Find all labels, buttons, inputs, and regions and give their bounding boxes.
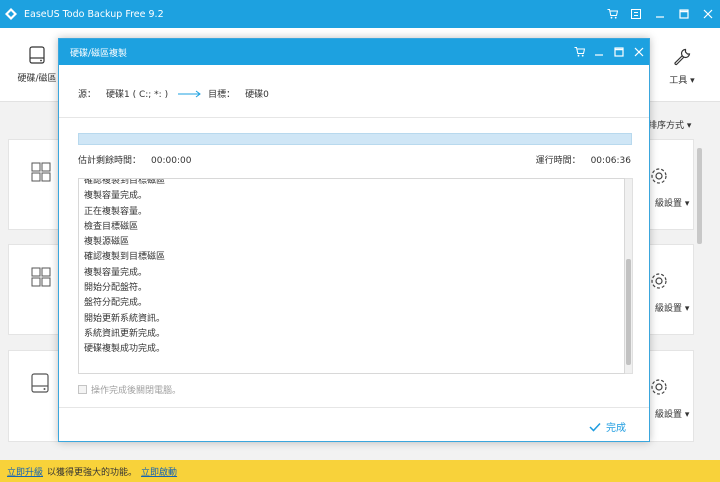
log-scrollbar-thumb[interactable] [626, 259, 631, 365]
disk-partition-label: 硬碟/磁區 [17, 74, 57, 84]
close-icon[interactable] [696, 0, 720, 28]
gear-icon[interactable] [649, 166, 669, 186]
elapsed-time: 運行時間： 00:06:36 [536, 153, 631, 166]
minimize-icon[interactable] [589, 39, 609, 65]
operation-log[interactable]: 確認複製到目標磁區 複製容量完成。 正在複製容量。 檢查目標磁區 複製源磁區確認複製到目… [78, 178, 625, 374]
checkmark-icon [589, 422, 601, 432]
dialog-titlebar: 硬碟/磁區複製 [59, 39, 649, 65]
menu-icon[interactable] [624, 0, 648, 28]
promo-text: 以獲得更強大的功能。 [47, 467, 138, 478]
upgrade-link[interactable]: 立即升級 [7, 465, 43, 478]
maximize-icon[interactable] [672, 0, 696, 28]
disk-partition-button[interactable]: 硬碟/磁區 [12, 46, 62, 84]
estimated-remaining: 估計剩餘時間： 00:00:00 [78, 153, 191, 166]
clone-progress-bar [78, 133, 632, 145]
main-scrollbar[interactable] [697, 148, 702, 244]
app-window-controls [600, 0, 720, 28]
log-line: 開始分配盤符。 [84, 283, 148, 294]
log-line: 複製容量完成。 [84, 267, 148, 278]
windows-icon [31, 267, 51, 287]
disk-icon [31, 373, 49, 393]
app-titlebar: EaseUS Todo Backup Free 9.2 [0, 0, 720, 28]
advanced-settings-button[interactable]: 級設置 ▾ [655, 301, 689, 314]
wrench-icon [674, 48, 691, 66]
cart-icon[interactable] [600, 0, 624, 28]
gear-icon[interactable] [649, 377, 669, 397]
disk-clone-dialog: 硬碟/磁區複製 源： 硬碟1 ( C:; *: ) 目標： 硬碟0 估計剩餘時間… [58, 38, 650, 442]
activate-link[interactable]: 立即啟動 [141, 465, 177, 478]
source-label: 源： [78, 90, 97, 100]
log-line: 正在複製容量。 [84, 206, 148, 217]
log-line: 複製容量完成。 [84, 191, 148, 202]
divider [59, 407, 649, 408]
sort-dropdown[interactable]: 排序方式 ▾ [648, 118, 691, 131]
advanced-settings-button[interactable]: 級設置 ▾ [655, 407, 689, 420]
dialog-title: 硬碟/磁區複製 [70, 48, 128, 59]
progress-fill [79, 134, 631, 144]
promo-bar: 立即升級 以獲得更強大的功能。 立即啟動 [0, 460, 720, 482]
log-line: 硬碟複製成功完成。 [84, 344, 166, 355]
divider [59, 117, 649, 118]
advanced-settings-button[interactable]: 級設置 ▾ [655, 196, 689, 209]
close-icon[interactable] [629, 39, 649, 65]
done-label: 完成 [606, 423, 626, 434]
shutdown-checkbox-label: 操作完成後關閉電腦。 [91, 386, 182, 396]
elapsed-label: 運行時間： [535, 156, 581, 166]
maximize-icon[interactable] [609, 39, 629, 65]
arrow-right-icon [178, 90, 201, 97]
dialog-window-controls [569, 39, 649, 65]
log-line: 開始更新系統資訊。 [84, 313, 166, 324]
app-title: EaseUS Todo Backup Free 9.2 [24, 8, 164, 20]
shutdown-checkbox-row[interactable]: 操作完成後關閉電腦。 [78, 383, 181, 396]
est-value: 00:00:00 [151, 156, 192, 166]
source-value: 硬碟1 ( C:; *: ) [106, 90, 169, 100]
log-line: 檢查目標磁區 [84, 221, 139, 232]
minimize-icon[interactable] [648, 0, 672, 28]
log-line: 確認複製到目標磁區 [84, 178, 166, 186]
target-value: 硬碟0 [245, 90, 269, 100]
windows-icon [31, 162, 51, 182]
est-label: 估計剩餘時間： [78, 156, 142, 166]
log-lines: 確認複製到目標磁區 複製容量完成。 正在複製容量。 檢查目標磁區 複製源磁區確認複製到目… [84, 178, 166, 358]
log-line: 系統資訊更新完成。 [84, 328, 166, 339]
target-label: 目標： [208, 90, 236, 100]
log-scrollbar[interactable] [625, 178, 633, 374]
log-line: 複製源磁區 [84, 237, 130, 248]
cart-icon[interactable] [569, 39, 589, 65]
shutdown-checkbox[interactable] [78, 385, 87, 394]
gear-icon[interactable] [649, 271, 669, 291]
elapsed-value: 00:06:36 [590, 156, 631, 166]
source-target-row: 源： 硬碟1 ( C:; *: ) 目標： 硬碟0 [78, 87, 269, 100]
tools-button[interactable]: 工具 ▾ [662, 48, 702, 86]
disk-icon [29, 46, 45, 64]
easeus-logo-icon [5, 8, 17, 20]
log-line: 盤符分配完成。 [84, 298, 148, 309]
tools-label: 工具 ▾ [669, 76, 695, 86]
log-line: 確認複製到目標磁區 [84, 252, 166, 263]
done-button[interactable]: 完成 [589, 419, 626, 434]
